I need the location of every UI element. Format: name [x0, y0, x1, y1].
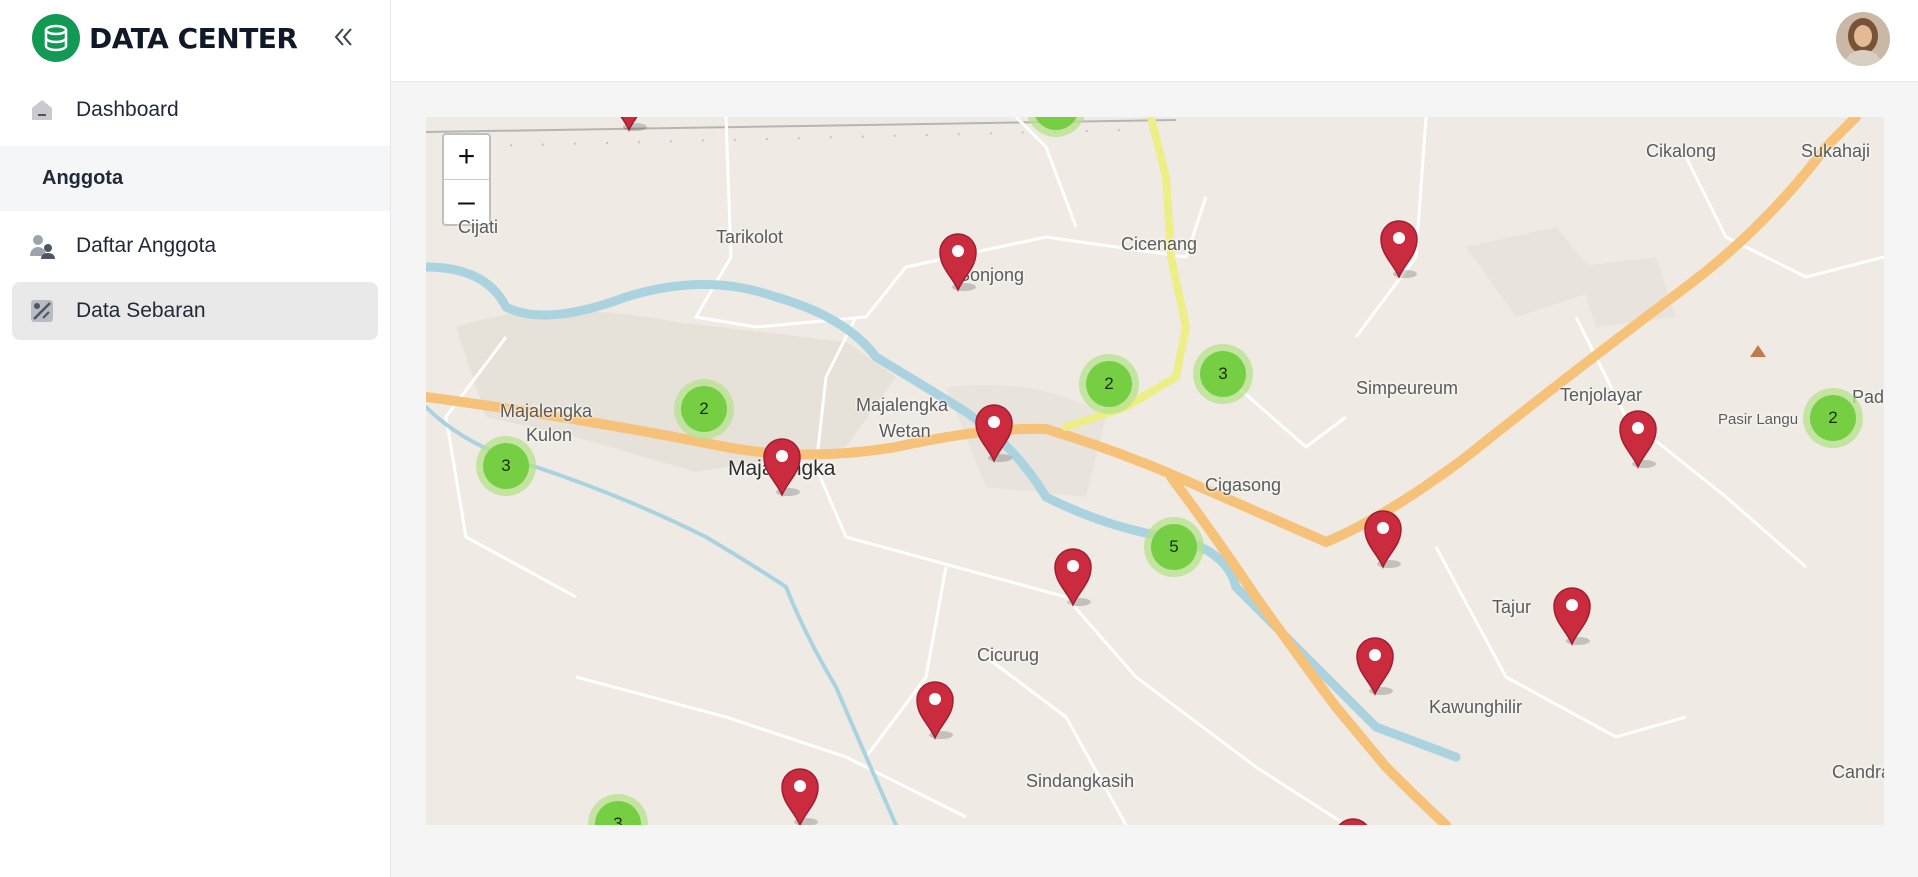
cluster-count: 2	[1086, 361, 1132, 407]
zoom-control: + –	[442, 133, 491, 226]
collapse-sidebar-button[interactable]	[328, 22, 358, 52]
map-pin-icon[interactable]	[780, 767, 820, 825]
cluster-count: 5	[1151, 524, 1197, 570]
map-base-layer	[426, 117, 1884, 825]
sidebar-item-label: Data Sebaran	[76, 299, 206, 322]
top-bar	[391, 0, 1918, 82]
map-pin-icon[interactable]	[938, 232, 978, 292]
user-avatar[interactable]	[1836, 12, 1890, 66]
sidebar-item-data-sebaran[interactable]: Data Sebaran	[12, 282, 378, 340]
place-label: Cijati	[458, 217, 499, 237]
place-label: Cicurug	[977, 645, 1040, 665]
double-chevron-left-icon	[334, 28, 352, 46]
zoom-in-button[interactable]: +	[444, 135, 489, 179]
place-label: Tarikolot	[716, 227, 784, 247]
place-label: Majalengka	[856, 395, 949, 415]
map-pin-icon[interactable]	[609, 117, 649, 132]
cluster-count: 3	[1200, 351, 1246, 397]
sidebar-item-label: Daftar Anggota	[76, 234, 217, 257]
place-label: Sukahaji	[1801, 141, 1871, 161]
place-label: Tajur	[1492, 597, 1532, 617]
cluster-count: 2	[1810, 395, 1856, 441]
place-label: Cikalong	[1646, 141, 1717, 161]
sidebar-section-anggota: Anggota	[0, 146, 390, 211]
marker-cluster[interactable]: 5	[1144, 517, 1204, 577]
map-pin-icon[interactable]	[1618, 409, 1658, 469]
map-pin-icon[interactable]	[915, 680, 955, 740]
users-icon	[28, 232, 56, 260]
home-icon	[28, 96, 56, 124]
marker-cluster[interactable]: 2	[1079, 354, 1139, 414]
cluster-count: 3	[483, 443, 529, 489]
sidebar-item-daftar-anggota[interactable]: Daftar Anggota	[12, 217, 378, 275]
map-view[interactable]: + – Cijati Tarikolot Sonjong Cicenang Ci…	[426, 117, 1884, 825]
place-label: Majalengka	[500, 401, 593, 421]
map-pin-icon[interactable]	[1355, 636, 1395, 696]
map-pin-icon[interactable]	[1552, 586, 1592, 646]
map-pin-icon[interactable]	[974, 403, 1014, 463]
place-label: Sindangkasih	[1026, 771, 1135, 791]
place-label: Kawunghilir	[1429, 697, 1523, 717]
place-label: Candraj	[1832, 762, 1884, 782]
place-label: Simpeureum	[1356, 378, 1459, 398]
map-pin-icon[interactable]	[762, 437, 802, 497]
section-title: Anggota	[42, 167, 124, 189]
place-label: Wetan	[879, 421, 931, 441]
place-label: Kulon	[526, 425, 573, 445]
marker-cluster[interactable]: 2	[1803, 388, 1863, 448]
brand[interactable]: DATA CENTER	[32, 13, 298, 63]
cluster-count: 2	[681, 386, 727, 432]
database-logo-icon	[32, 14, 80, 62]
app-title: DATA CENTER	[89, 21, 298, 55]
place-label: Cicenang	[1121, 234, 1198, 254]
sidebar-item-dashboard[interactable]: Dashboard	[12, 81, 378, 139]
map-pin-icon[interactable]	[1363, 509, 1403, 569]
place-label: Cigasong	[1205, 475, 1282, 495]
place-label: Tenjolayar	[1560, 385, 1643, 405]
sidebar-item-label: Dashboard	[76, 98, 179, 121]
cluster-count: 3	[595, 801, 641, 825]
map-pin-icon[interactable]	[1333, 817, 1373, 825]
marker-cluster[interactable]: 2	[674, 379, 734, 439]
marker-cluster[interactable]: 3	[1193, 344, 1253, 404]
map-icon	[28, 297, 56, 325]
map-pin-icon[interactable]	[1053, 547, 1093, 607]
sidebar: DATA CENTER Dashboard Anggota Daftar Ang…	[0, 0, 391, 877]
marker-cluster[interactable]: 3	[476, 436, 536, 496]
map-pin-icon[interactable]	[1379, 219, 1419, 279]
cluster-count	[1033, 117, 1079, 130]
place-label: Pasir Langu	[1718, 411, 1799, 428]
